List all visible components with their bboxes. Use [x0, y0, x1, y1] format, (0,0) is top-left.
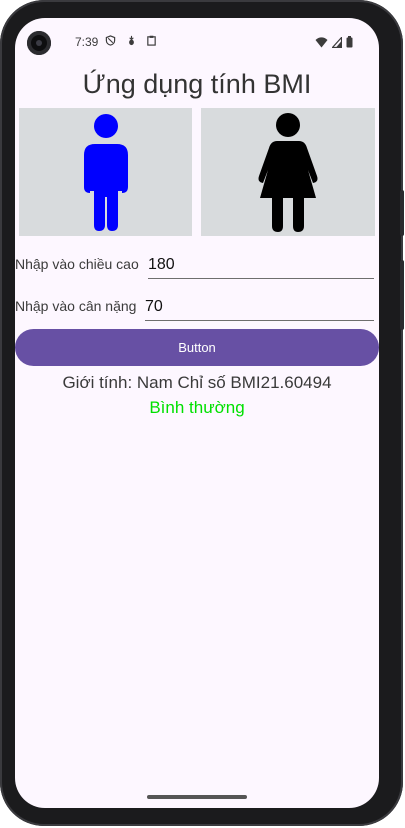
male-image[interactable]: [19, 108, 192, 236]
signal-icon: [332, 36, 342, 48]
battery-icon: [346, 36, 353, 48]
debug-icon: [129, 35, 134, 46]
height-input[interactable]: [148, 254, 374, 279]
front-camera: [27, 31, 51, 55]
volume-button: [400, 190, 404, 236]
clipboard-icon: [147, 35, 156, 46]
power-button: [400, 260, 404, 330]
calculate-button[interactable]: Button: [15, 329, 379, 366]
status-time: 7:39: [75, 35, 99, 49]
shield-icon: [105, 35, 116, 46]
result-text: Giới tính: Nam Chỉ số BMI21.60494: [62, 373, 332, 392]
weight-input[interactable]: [145, 296, 374, 321]
weight-label: Nhập vào cân nặng: [15, 298, 137, 314]
female-image[interactable]: [201, 108, 375, 236]
status-bar: 7:39: [15, 18, 379, 64]
height-label: Nhập vào chiều cao: [15, 256, 139, 272]
wifi-icon: [315, 36, 328, 47]
phone-frame: 7:39 Ứng dụng tính BMI Nhập vào chiều ca…: [0, 0, 404, 826]
female-figure-icon: [258, 113, 318, 232]
male-figure-icon: [83, 114, 128, 231]
app-screen: 7:39 Ứng dụng tính BMI Nhập vào chiều ca…: [15, 18, 379, 808]
page-title: Ứng dụng tính BMI: [82, 69, 312, 99]
bmi-status: Bình thường: [149, 398, 245, 417]
home-indicator[interactable]: [147, 795, 247, 799]
